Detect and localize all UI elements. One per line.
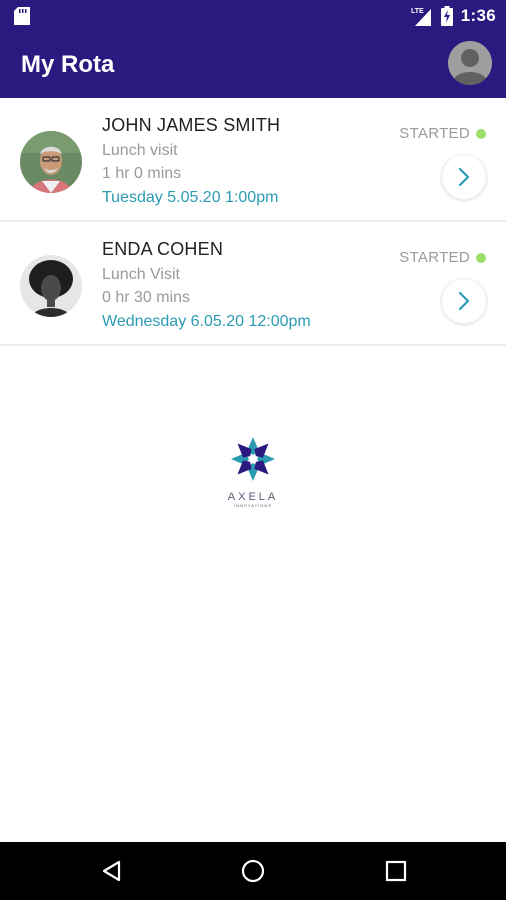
- lte-signal-icon: LTE: [411, 8, 431, 26]
- logo-tagline: INNOVATIONS: [234, 503, 272, 508]
- recents-square-icon: [385, 860, 407, 882]
- status-label: STARTED: [399, 249, 470, 266]
- app-bar: My Rota: [0, 32, 506, 98]
- visit-duration: 0 hr 30 mins: [102, 289, 191, 306]
- visit-type: Lunch Visit: [102, 266, 180, 283]
- sd-card-icon: [14, 7, 30, 25]
- logo-brand-text: AXELA: [227, 491, 279, 503]
- client-photo: [20, 131, 82, 193]
- status-bar: LTE 1:36: [0, 0, 506, 32]
- page-title: My Rota: [21, 51, 115, 78]
- visit-duration: 1 hr 0 mins: [102, 165, 182, 182]
- clock-time: 1:36: [460, 6, 496, 25]
- visit-datetime: Tuesday 5.05.20 1:00pm: [102, 189, 279, 206]
- status-label: STARTED: [399, 125, 470, 142]
- status-dot-icon: [476, 252, 486, 263]
- open-visit-button[interactable]: [441, 278, 487, 324]
- visit-type: Lunch visit: [102, 142, 178, 159]
- network-type-label: LTE: [411, 8, 424, 15]
- user-avatar-icon: [448, 41, 492, 85]
- chevron-right-icon: [458, 291, 470, 311]
- status-dot-icon: [476, 128, 486, 139]
- system-nav-bar: [0, 842, 506, 900]
- profile-avatar-button[interactable]: [448, 41, 492, 85]
- client-name: ENDA COHEN: [102, 239, 224, 259]
- visit-datetime: Wednesday 6.05.20 12:00pm: [102, 313, 311, 330]
- nav-recents-button[interactable]: [380, 855, 412, 887]
- client-name: JOHN JAMES SMITH: [102, 115, 281, 135]
- nav-home-button[interactable]: [237, 855, 269, 887]
- company-logo: AXELA INNOVATIONS: [221, 434, 285, 514]
- status-indicator: STARTED: [399, 249, 486, 266]
- visit-card[interactable]: ENDA COHEN Lunch Visit 0 hr 30 mins Wedn…: [0, 222, 506, 346]
- open-visit-button[interactable]: [441, 154, 487, 200]
- chevron-right-icon: [458, 167, 470, 187]
- axela-logo-icon: [231, 437, 275, 481]
- back-triangle-icon: [102, 860, 121, 882]
- visit-card[interactable]: JOHN JAMES SMITH Lunch visit 1 hr 0 mins…: [0, 98, 506, 222]
- client-photo: [20, 255, 82, 317]
- battery-charging-icon: [440, 6, 453, 26]
- home-circle-icon: [241, 859, 265, 883]
- status-indicator: STARTED: [399, 125, 486, 142]
- visit-list: JOHN JAMES SMITH Lunch visit 1 hr 0 mins…: [0, 98, 506, 346]
- nav-back-button[interactable]: [96, 855, 128, 887]
